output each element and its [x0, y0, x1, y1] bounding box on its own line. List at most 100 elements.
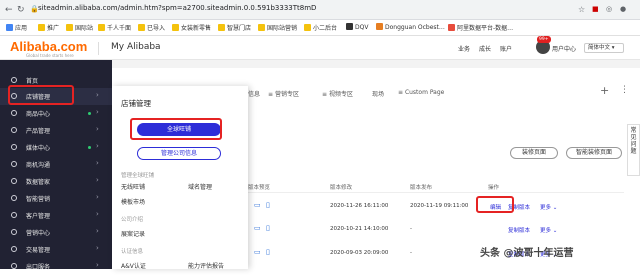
data-icon	[11, 178, 17, 184]
bookmark[interactable]: 女装新零售	[172, 23, 211, 32]
tab-info[interactable]: 信息	[248, 89, 260, 98]
sidebar-item-label: 数据管家	[26, 179, 51, 186]
published-time: -	[410, 226, 412, 232]
tab-label: 视频专区	[328, 91, 353, 98]
profile-icon[interactable]: ●	[620, 5, 626, 13]
bookmark[interactable]: 推广	[38, 23, 59, 32]
sidebar-item-data[interactable]: 数据管家 ›	[0, 173, 112, 190]
star-icon[interactable]: ☆	[578, 5, 585, 14]
sidebar-item-products-center[interactable]: 商品中心 ›	[0, 105, 112, 122]
flyout-item-mobile-store[interactable]: 无线旺铺	[121, 182, 145, 191]
bookmark[interactable]: 小二后台	[304, 23, 337, 32]
extension-icon[interactable]: ◎	[606, 5, 612, 13]
chevron-right-icon: ›	[96, 91, 99, 99]
box-icon	[11, 127, 17, 133]
flyout-item-templates[interactable]: 模板市场	[121, 197, 145, 206]
reload-icon[interactable]: ↻	[17, 5, 25, 15]
mobile-preview-icon[interactable]: ▯	[266, 248, 270, 256]
menu-icon: ≡	[268, 91, 275, 98]
extension-b-icon[interactable]: ■	[592, 5, 599, 13]
alibaba-logo[interactable]: Alibaba.com	[10, 39, 87, 54]
tab-marketing[interactable]: ≡ 营销专区	[268, 89, 299, 98]
sidebar-item-label: 产品管理	[26, 128, 51, 135]
sidebar-item-media[interactable]: 媒体中心 ›	[0, 139, 112, 156]
decorate-page-button[interactable]: 装修页面	[510, 147, 558, 159]
header-link-business[interactable]: 业务	[458, 44, 470, 53]
logo-tagline: Global trade starts here	[26, 53, 74, 58]
chat-icon	[11, 161, 17, 167]
bookmark[interactable]: 国际站营销	[258, 23, 297, 32]
back-icon[interactable]: ←	[5, 5, 13, 15]
user-center-link[interactable]: 用户中心	[552, 44, 576, 53]
bookmark[interactable]: DQV	[346, 23, 368, 31]
sidebar-item-customers[interactable]: 客户管理 ›	[0, 207, 112, 224]
column-header-modified: 版本修改	[330, 185, 353, 191]
tab-video[interactable]: ≡ 视频专区	[322, 89, 353, 98]
chevron-right-icon: ›	[96, 193, 99, 201]
transaction-icon	[11, 246, 17, 252]
folder-icon	[66, 24, 73, 31]
header-link-growth[interactable]: 成长	[479, 44, 491, 53]
menu-icon: ≡	[398, 89, 405, 96]
tab-live[interactable]: 现场	[372, 89, 384, 98]
bookmark[interactable]: 智慧门店	[218, 23, 251, 32]
bookmark[interactable]: 阿里数据平台-数据…	[448, 23, 513, 32]
tab-custom[interactable]: ≡ Custom Page	[398, 89, 444, 96]
notification-badge: 99+	[537, 36, 551, 43]
browser-url-bar: ← ↻ 🔒 siteadmin.alibaba.com/admin.htm?sp…	[0, 0, 640, 20]
url-text[interactable]: siteadmin.alibaba.com/admin.htm?spm=a270…	[38, 4, 316, 12]
chevron-right-icon: ›	[96, 261, 99, 269]
sidebar-item-transactions[interactable]: 交易管理 ›	[0, 241, 112, 258]
smart-decorate-button[interactable]: 智能装修页面	[566, 147, 622, 159]
bookmark-apps[interactable]: 应用	[6, 23, 27, 32]
sidebar-item-messages[interactable]: 商机沟通 ›	[0, 156, 112, 173]
header-link-account[interactable]: 账户	[500, 44, 512, 53]
chevron-down-icon: ⌄	[552, 205, 558, 211]
language-label: 简体中文	[588, 45, 611, 51]
company-info-button[interactable]: 管理公司信息	[137, 147, 221, 160]
sidebar-item-label: 首页	[26, 78, 39, 85]
bookmark[interactable]: 千人千面	[98, 23, 131, 32]
desktop-preview-icon[interactable]: ▭	[254, 248, 261, 256]
desktop-preview-icon[interactable]: ▭	[254, 201, 261, 209]
section-heading: 认证信息	[121, 249, 144, 255]
sidebar-item-label: 营销中心	[26, 230, 51, 237]
copy-version-link[interactable]: 复制版本	[508, 226, 530, 234]
flyout-item-records[interactable]: 展案记录	[121, 229, 145, 238]
add-tab-icon[interactable]: +	[600, 84, 609, 97]
column-header-published: 版本发布	[410, 185, 433, 191]
sidebar-item-export[interactable]: 出口服务 ›	[0, 258, 112, 275]
bookmark[interactable]: 国际站	[66, 23, 93, 32]
faq-widget[interactable]: 常见问题	[627, 124, 640, 176]
modified-time: 2020-09-03 20:09:00	[330, 250, 389, 256]
desktop-preview-icon[interactable]: ▭	[254, 224, 261, 232]
watermark-text: 头条 @波哥十年运营	[480, 248, 574, 259]
product-icon	[11, 110, 17, 116]
language-select[interactable]: 简体中文 ▾	[584, 43, 624, 53]
mobile-preview-icon[interactable]: ▯	[266, 201, 270, 209]
bookmark[interactable]: 已导入	[138, 23, 165, 32]
more-link[interactable]: 更多 ⌄	[540, 203, 557, 211]
sidebar-item-product-manage[interactable]: 产品管理 ›	[0, 122, 112, 139]
chevron-right-icon: ›	[96, 125, 99, 133]
highlight-box-global-store	[130, 118, 222, 140]
folder-icon	[304, 24, 311, 31]
published-time: 2020-11-19 09:11:00	[410, 203, 469, 209]
customer-icon	[11, 212, 17, 218]
flyout-item-domain[interactable]: 域名管理	[188, 182, 212, 191]
sidebar-item-label: 出口服务	[26, 264, 51, 271]
bookmark[interactable]: Dongguan Ocbest…	[376, 23, 445, 31]
export-icon	[11, 263, 17, 269]
section-heading: 管理全球旺铺	[121, 173, 155, 179]
sidebar-item-smart-marketing[interactable]: 智能营销 ›	[0, 190, 112, 207]
more-link[interactable]: 更多 ⌄	[540, 226, 557, 234]
menu-icon[interactable]: ⋮	[620, 85, 629, 95]
column-header-actions: 操作	[488, 185, 500, 191]
folder-icon	[258, 24, 265, 31]
chevron-right-icon: ›	[96, 227, 99, 235]
section-heading: 公司介绍	[121, 217, 144, 223]
mobile-preview-icon[interactable]: ▯	[266, 224, 270, 232]
sidebar-item-marketing-center[interactable]: 营销中心 ›	[0, 224, 112, 241]
sidebar-item-label: 交易管理	[26, 247, 51, 254]
chevron-right-icon: ›	[96, 210, 99, 218]
